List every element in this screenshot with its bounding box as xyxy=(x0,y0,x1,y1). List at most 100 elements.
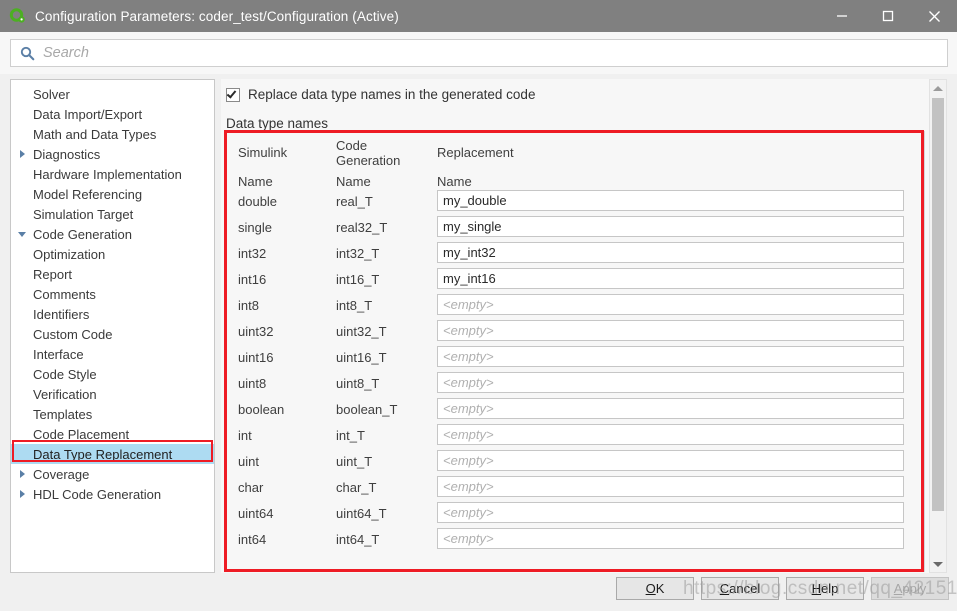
header-code-generation: Code Generation xyxy=(336,138,400,168)
sidebar-item-code-placement[interactable]: Code Placement xyxy=(11,424,214,444)
simulink-name-cell: uint32 xyxy=(238,324,274,339)
table-row: uint16 uint16_T <empty> xyxy=(226,346,924,372)
sidebar-item-interface[interactable]: Interface xyxy=(11,344,214,364)
sidebar-item-optimization[interactable]: Optimization xyxy=(11,244,214,264)
code-generation-name-cell: uint64_T xyxy=(336,506,387,521)
code-generation-name-cell: real32_T xyxy=(336,220,388,235)
replacement-name-input[interactable]: <empty> xyxy=(437,320,904,341)
sidebar-item-identifiers[interactable]: Identifiers xyxy=(11,304,214,324)
scroll-down-arrow-icon[interactable] xyxy=(930,556,946,572)
replacement-name-input[interactable]: <empty> xyxy=(437,294,904,315)
content-scrollbar[interactable] xyxy=(929,79,947,573)
sidebar-item-math-and-data-types[interactable]: Math and Data Types xyxy=(11,124,214,144)
header-code-generation-name: Name xyxy=(336,174,371,189)
replace-data-type-names-checkbox[interactable] xyxy=(226,87,240,102)
sidebar-item-label: Templates xyxy=(33,406,93,422)
table-row: int16 int16_T my_int16 xyxy=(226,268,924,294)
replacement-name-input[interactable]: <empty> xyxy=(437,424,904,445)
sidebar-item-custom-code[interactable]: Custom Code xyxy=(11,324,214,344)
header-simulink: Simulink xyxy=(238,145,288,160)
sidebar-item-label: Math and Data Types xyxy=(33,126,157,142)
header-replacement: Replacement xyxy=(437,145,514,160)
code-generation-name-cell: uint8_T xyxy=(336,376,380,391)
sidebar-item-label: Optimization xyxy=(33,246,106,262)
help-button[interactable]: Help xyxy=(786,577,864,600)
simulink-name-cell: uint64 xyxy=(238,506,274,521)
maximize-button[interactable] xyxy=(865,0,911,32)
sidebar-item-solver[interactable]: Solver xyxy=(11,84,214,104)
sidebar-item-coverage[interactable]: Coverage xyxy=(11,464,214,484)
sidebar-item-hdl-code-generation[interactable]: HDL Code Generation xyxy=(11,484,214,504)
chevron-down-icon[interactable] xyxy=(15,231,29,237)
sidebar-item-label: Interface xyxy=(33,346,84,362)
sidebar-item-simulation-target[interactable]: Simulation Target xyxy=(11,204,214,224)
replacement-name-input[interactable]: my_int32 xyxy=(437,242,904,263)
sidebar-item-comments[interactable]: Comments xyxy=(11,284,214,304)
replacement-name-input[interactable]: <empty> xyxy=(437,502,904,523)
window-controls xyxy=(819,0,957,32)
sidebar-item-code-style[interactable]: Code Style xyxy=(11,364,214,384)
dialog-button-row: OK Cancel Help Apply xyxy=(616,577,949,600)
chevron-right-icon[interactable] xyxy=(15,490,29,498)
table-row: uint8 uint8_T <empty> xyxy=(226,372,924,398)
ok-button[interactable]: OK xyxy=(616,577,694,600)
simulink-name-cell: uint16 xyxy=(238,350,274,365)
simulink-name-cell: int8 xyxy=(238,298,259,313)
scrollbar-thumb[interactable] xyxy=(932,98,944,511)
sidebar-item-data-import-export[interactable]: Data Import/Export xyxy=(11,104,214,124)
replacement-name-input[interactable]: <empty> xyxy=(437,450,904,471)
header-simulink-name: Name xyxy=(238,174,273,189)
sidebar-item-label: Custom Code xyxy=(33,326,113,342)
table-row: int64 int64_T <empty> xyxy=(226,528,924,554)
sidebar-item-report[interactable]: Report xyxy=(11,264,214,284)
replacement-name-input[interactable]: my_int16 xyxy=(437,268,904,289)
replacement-name-input[interactable]: <empty> xyxy=(437,398,904,419)
sidebar-item-code-generation[interactable]: Code Generation xyxy=(11,224,214,244)
replacement-name-input[interactable]: <empty> xyxy=(437,528,904,549)
sidebar-item-data-type-replacement[interactable]: Data Type Replacement xyxy=(11,444,214,464)
cancel-button[interactable]: Cancel xyxy=(701,577,779,600)
sidebar-item-verification[interactable]: Verification xyxy=(11,384,214,404)
code-generation-name-cell: uint32_T xyxy=(336,324,387,339)
close-button[interactable] xyxy=(911,0,957,32)
button-label: Apply xyxy=(893,581,927,596)
minimize-button[interactable] xyxy=(819,0,865,32)
code-generation-name-cell: int64_T xyxy=(336,532,380,547)
table-row: int32 int32_T my_int32 xyxy=(226,242,924,268)
data-type-names-label: Data type names xyxy=(226,116,329,131)
table-row: uint uint_T <empty> xyxy=(226,450,924,476)
settings-tree-panel[interactable]: Solver Data Import/Export Math and Data Ty… xyxy=(10,79,215,573)
sidebar-item-label: Data Type Replacement xyxy=(33,446,173,462)
chevron-right-icon[interactable] xyxy=(15,470,29,478)
code-generation-name-cell: int_T xyxy=(336,428,365,443)
table-header: Simulink Code Generation Replacement Nam… xyxy=(226,132,924,190)
sidebar-item-hardware-implementation[interactable]: Hardware Implementation xyxy=(11,164,214,184)
table-row: double real_T my_double xyxy=(226,190,924,216)
replacement-name-input[interactable]: <empty> xyxy=(437,346,904,367)
table-row: char char_T <empty> xyxy=(226,476,924,502)
sidebar-item-label: Data Import/Export xyxy=(33,106,143,122)
search-icon xyxy=(20,46,35,61)
replacement-name-input[interactable]: <empty> xyxy=(437,372,904,393)
sidebar-item-label: Code Placement xyxy=(33,426,130,442)
table-row: int8 int8_T <empty> xyxy=(226,294,924,320)
chevron-right-icon[interactable] xyxy=(15,150,29,158)
search-input[interactable]: Search xyxy=(10,39,948,67)
scroll-up-arrow-icon[interactable] xyxy=(930,80,946,96)
code-generation-name-cell: real_T xyxy=(336,194,373,209)
replacement-name-input[interactable]: my_double xyxy=(437,190,904,211)
apply-button: Apply xyxy=(871,577,949,600)
replace-data-type-names-row[interactable]: Replace data type names in the generated… xyxy=(226,87,535,102)
replace-data-type-names-label: Replace data type names in the generated… xyxy=(248,87,536,102)
replacement-name-input[interactable]: <empty> xyxy=(437,476,904,497)
simulink-name-cell: uint8 xyxy=(238,376,267,391)
simulink-name-cell: char xyxy=(238,480,264,495)
simulink-name-cell: int64 xyxy=(238,532,267,547)
code-generation-name-cell: char_T xyxy=(336,480,377,495)
sidebar-item-label: Code Generation xyxy=(33,226,133,242)
sidebar-item-templates[interactable]: Templates xyxy=(11,404,214,424)
replacement-name-input[interactable]: my_single xyxy=(437,216,904,237)
sidebar-item-model-referencing[interactable]: Model Referencing xyxy=(11,184,214,204)
configuration-parameters-window: Configuration Parameters: coder_test/Con… xyxy=(0,0,957,611)
sidebar-item-diagnostics[interactable]: Diagnostics xyxy=(11,144,214,164)
